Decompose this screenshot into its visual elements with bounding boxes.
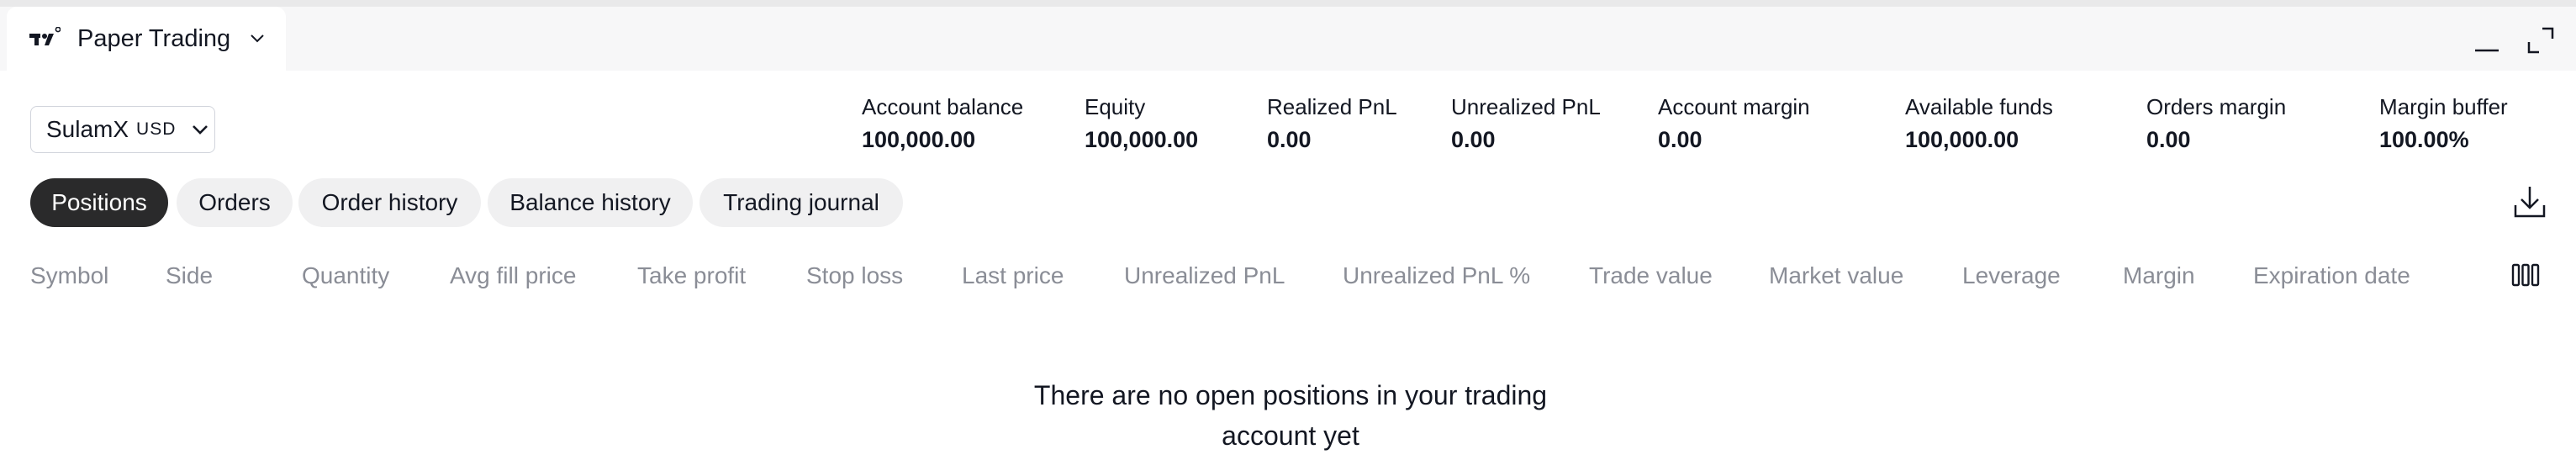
tab-balance-history[interactable]: Balance history (488, 178, 693, 227)
metric-equity: Equity 100,000.00 (1085, 94, 1198, 153)
metric-label: Account margin (1658, 94, 1810, 119)
panel-tab-paper-trading[interactable]: Paper Trading (7, 7, 286, 71)
chevron-down-icon (193, 125, 209, 135)
metric-account-margin: Account margin 0.00 (1658, 94, 1810, 153)
column-header-last-price[interactable]: Last price (962, 262, 1064, 289)
chevron-down-icon[interactable] (249, 34, 266, 44)
metric-value: 0.00 (1451, 127, 1496, 152)
metric-realized-pnl: Realized PnL 0.00 (1267, 94, 1397, 153)
metric-label: Orders margin (2146, 94, 2287, 119)
column-header-quantity[interactable]: Quantity (302, 262, 389, 289)
column-header-symbol[interactable]: Symbol (30, 262, 108, 289)
metric-account-balance: Account balance 100,000.00 (862, 94, 1023, 153)
tab-orders[interactable]: Orders (177, 178, 293, 227)
metric-available-funds: Available funds 100,000.00 (1905, 94, 2053, 153)
metric-label: Margin buffer (2379, 94, 2508, 119)
empty-state-line-1: There are no open positions in your trad… (1033, 380, 1548, 410)
metric-value: 100,000.00 (862, 127, 976, 152)
column-header-margin[interactable]: Margin (2123, 262, 2195, 289)
metric-orders-margin: Orders margin 0.00 (2146, 94, 2286, 153)
metric-value: 100,000.00 (1905, 127, 2019, 152)
panel-header (0, 7, 2576, 71)
metric-label: Account balance (862, 94, 1024, 119)
metric-label: Unrealized PnL (1451, 94, 1601, 119)
metric-value: 0.00 (1658, 127, 1702, 152)
metric-label: Equity (1085, 94, 1146, 119)
column-header-trade-value[interactable]: Trade value (1589, 262, 1713, 289)
column-header-avg-fill-price[interactable]: Avg fill price (450, 262, 576, 289)
account-currency: USD (136, 119, 177, 139)
window-top-border (0, 0, 2576, 7)
metric-margin-buffer: Margin buffer 100.00% (2379, 94, 2508, 153)
column-header-unrealized-pnl-percent[interactable]: Unrealized PnL % (1343, 262, 1530, 289)
account-name: SulamX (46, 116, 129, 142)
tab-trading-journal[interactable]: Trading journal (699, 178, 903, 227)
column-header-market-value[interactable]: Market value (1769, 262, 1903, 289)
metric-value: 0.00 (2146, 127, 2191, 152)
empty-state-message: There are no open positions in your trad… (967, 375, 1614, 456)
empty-state-line-2: account yet (1222, 420, 1359, 451)
metric-value: 100,000.00 (1085, 127, 1199, 152)
columns-settings-icon[interactable] (2510, 262, 2541, 288)
maximize-icon[interactable] (2526, 25, 2556, 56)
panel-tab-title: Paper Trading (77, 24, 231, 52)
column-header-leverage[interactable]: Leverage (1962, 262, 2061, 289)
column-header-side[interactable]: Side (166, 262, 213, 289)
account-selector[interactable]: SulamX USD (30, 106, 215, 153)
metric-value: 0.00 (1267, 127, 1312, 152)
column-header-take-profit[interactable]: Take profit (637, 262, 746, 289)
tab-positions[interactable]: Positions (30, 178, 168, 227)
metric-unrealized-pnl: Unrealized PnL 0.00 (1451, 94, 1601, 153)
metric-label: Realized PnL (1267, 94, 1397, 119)
metric-label: Available funds (1905, 94, 2053, 119)
column-header-unrealized-pnl[interactable]: Unrealized PnL (1124, 262, 1285, 289)
column-header-expiration-date[interactable]: Expiration date (2253, 262, 2410, 289)
metric-value: 100.00% (2379, 127, 2469, 152)
download-icon[interactable] (2512, 183, 2547, 220)
minimize-icon[interactable] (2472, 25, 2502, 56)
tradingview-logo-icon (29, 27, 61, 45)
tab-order-history[interactable]: Order history (298, 178, 481, 227)
column-header-stop-loss[interactable]: Stop loss (806, 262, 903, 289)
